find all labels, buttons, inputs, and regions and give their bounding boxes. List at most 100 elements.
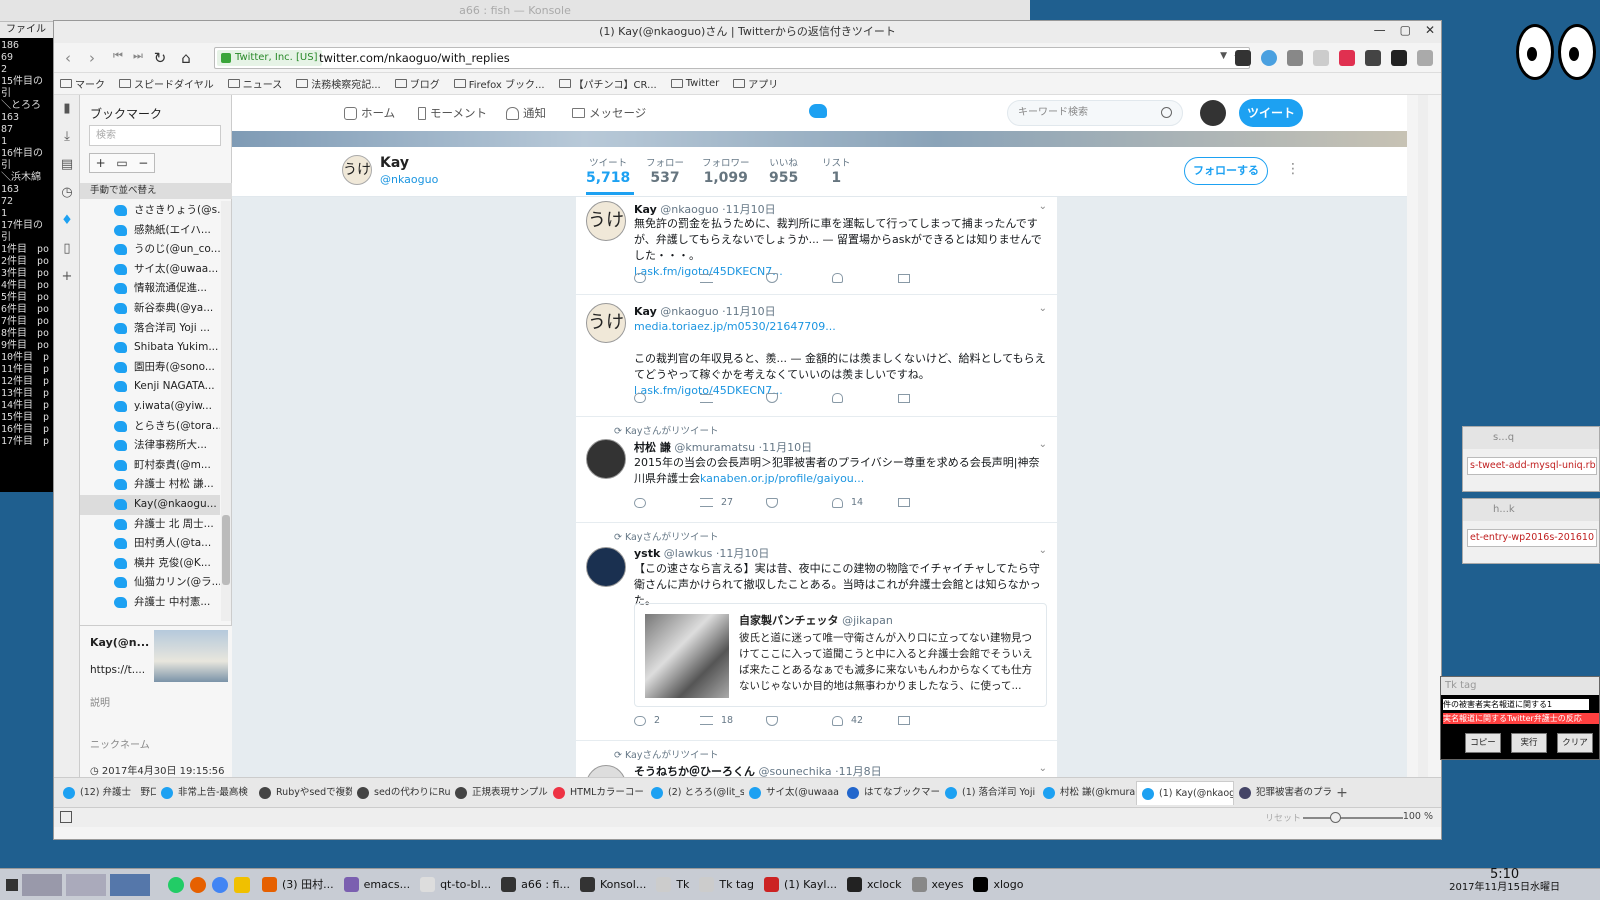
evernote-icon[interactable] (1365, 50, 1381, 66)
nav-notifications[interactable]: 通知 (506, 105, 546, 121)
retweet-button[interactable] (700, 273, 766, 283)
address-bar[interactable]: Twitter, Inc. [US] twitter.com/nkaoguo/w… (214, 47, 1250, 69)
reader-icon[interactable]: ▤ (59, 157, 75, 173)
mini-window-1[interactable]: s...q s-tweet-add-mysql-uniq.rb (1462, 426, 1600, 492)
bookmark-item[interactable]: 落合洋司 Yoji ... (80, 319, 220, 339)
taskbar-item[interactable]: qt-to-bl... (416, 872, 497, 898)
profile-handle[interactable]: @nkaoguo (380, 173, 438, 186)
browser-tab[interactable]: HTMLカラーコー (548, 781, 646, 805)
bookmark-item[interactable]: ささきりょう(@s... (80, 201, 220, 221)
tweet[interactable]: ⟳ Kayさんがリツイート 村松 謙 @kmuramatsu ·11月10日 ⌄… (576, 417, 1057, 523)
maximize-button[interactable]: ▢ (1400, 23, 1411, 37)
profile-stat-0[interactable]: ツイート 5,718 (586, 155, 630, 186)
bookmark-item[interactable]: y.iwata(@yiw... (80, 397, 220, 417)
mini-window-field[interactable]: et-entry-wp2016s-201610 (1467, 529, 1597, 547)
puzzle-extension-icon[interactable] (1417, 50, 1433, 66)
zoom-slider-handle[interactable] (1330, 812, 1341, 823)
bookmark-item[interactable]: 横井 克俊(@K... (80, 554, 220, 574)
more-options-icon[interactable]: ⋮ (1286, 161, 1300, 177)
copy-button[interactable]: コピー (1465, 733, 1501, 753)
bookmark-item[interactable]: サイ太(@uwaa... (80, 260, 220, 280)
desktop-3[interactable] (110, 873, 150, 896)
nav-messages[interactable]: メッセージ (572, 105, 646, 121)
zoom-reset[interactable]: リセット (1265, 811, 1301, 824)
retweet-button[interactable] (700, 393, 766, 403)
bookmark-item[interactable]: 弁護士 中村憲... (80, 593, 220, 613)
like-button[interactable] (832, 393, 898, 403)
chevron-down-icon[interactable]: ⌄ (1039, 545, 1047, 556)
new-folder-button[interactable]: ▭ (111, 154, 132, 172)
home-icon[interactable]: ⌂ (176, 49, 196, 67)
page-scrollbar[interactable] (1418, 95, 1428, 777)
taskbar-item[interactable]: Tk (652, 872, 695, 898)
reply-button[interactable]: 2 (634, 715, 700, 726)
bookmark-item[interactable]: 仙猫カリン(@ラ... (80, 573, 220, 593)
save-button[interactable] (766, 393, 832, 403)
profile-stat-4[interactable]: リスト 1 (822, 155, 851, 186)
quoted-tweet[interactable]: 自家製パンチェッタ @jikapan 彼氏と道に迷って唯一守衛さんが入り口に立っ… (634, 603, 1047, 707)
browser-tab[interactable]: sedの代わりにRu (352, 781, 450, 805)
bookmark-item[interactable]: 情報流通促進... (80, 279, 220, 299)
clear-button[interactable]: クリア (1557, 733, 1593, 753)
bookmark-folder[interactable]: 【パチンコ】CR... (558, 76, 657, 91)
tweet[interactable]: うけ Kay @nkaoguo ·11月10日 ⌄ 無免許の罰金を払うために、裁… (576, 197, 1057, 295)
browser-tab[interactable]: 村松 謙(@kmura (1038, 781, 1136, 805)
zoom-slider[interactable] (1303, 817, 1403, 819)
chevron-down-icon[interactable]: ⌄ (1039, 303, 1047, 314)
files-icon[interactable] (234, 876, 250, 893)
new-tab-icon[interactable]: + (1332, 785, 1352, 801)
bookmark-item[interactable]: 園田寿(@sono... (80, 358, 220, 378)
bookmark-item[interactable]: とらきち(@tora... (80, 417, 220, 437)
konsole-menu-file[interactable]: ファイル(F (0, 22, 53, 51)
bookmark-item[interactable]: うのじ(@un_co... (80, 240, 220, 260)
twitter-panel-icon[interactable]: ♦ (59, 213, 75, 229)
ssl-badge[interactable]: Twitter, Inc. [US] (217, 50, 322, 66)
save-button[interactable] (766, 497, 832, 508)
profile-name[interactable]: Kay (380, 155, 409, 171)
twitter-bird-icon[interactable] (809, 104, 827, 118)
bookmark-item[interactable]: 弁護士 村松 謙... (80, 475, 220, 495)
bookmark-folder[interactable]: スピードダイヤル (119, 76, 214, 91)
twitter-search-input[interactable]: キーワード検索 (1007, 100, 1183, 126)
bookmark-folder[interactable]: アプリ (733, 76, 778, 91)
chevron-down-icon[interactable]: ⌄ (1039, 763, 1047, 774)
tweet[interactable]: ⟳ Kayさんがリツイート ystk @lawkus ·11月10日 ⌄ 【この… (576, 523, 1057, 741)
desktop-1[interactable] (22, 873, 62, 896)
tweet[interactable]: ⟳ Kayさんがリツイート そうねちか＠ひーろくん @sounechika ·1… (576, 741, 1057, 777)
bookmark-folder[interactable]: ブログ (394, 76, 440, 91)
bookmark-folder[interactable]: Firefox ブック... (453, 76, 545, 91)
fastforward-icon[interactable]: ⏭ (128, 49, 148, 63)
pocket-icon[interactable] (1339, 50, 1355, 66)
reload-icon[interactable]: ↻ (150, 49, 170, 67)
account-avatar[interactable] (1200, 100, 1226, 126)
save-button[interactable] (766, 273, 832, 283)
tweet-link[interactable]: kanaben.or.jp/profile/gaiyou... (700, 472, 864, 485)
message-button[interactable] (898, 273, 964, 283)
book-extension-icon[interactable] (1287, 50, 1303, 66)
browser-tab[interactable]: 非常上告-最高検 (156, 781, 254, 805)
bookmark-scroll-thumb[interactable] (222, 515, 230, 585)
profile-stat-2[interactable]: フォロワー 1,099 (702, 155, 750, 186)
bookmark-item[interactable]: Kenji NAGATA... (80, 377, 220, 397)
browser-tab[interactable]: (12) 弁護士 野口 (58, 781, 156, 805)
quoted-tweet-image[interactable] (645, 614, 729, 698)
tweet-button[interactable]: ツイート (1239, 99, 1303, 127)
close-button[interactable]: ✕ (1425, 23, 1435, 37)
chevron-down-icon[interactable]: ⌄ (1039, 201, 1047, 212)
browser-tab[interactable]: (2) とろろ(@lit_s (646, 781, 744, 805)
like-button[interactable]: 42 (832, 715, 898, 726)
bookmark-folder[interactable]: ニュース (227, 76, 282, 91)
browser-tab[interactable]: (1) Kay(@nkaogu (1136, 780, 1234, 805)
message-button[interactable] (898, 393, 964, 403)
search-icon[interactable] (1161, 107, 1172, 118)
profile-stat-3[interactable]: いいね 955 (769, 155, 798, 186)
tweet-avatar[interactable] (586, 765, 626, 777)
taskbar-item[interactable]: xlogo (969, 872, 1029, 898)
browser-tab[interactable]: 犯罪被害者のプラ (1234, 781, 1332, 805)
browser-tab[interactable]: サイ太(@uwaaa (744, 781, 842, 805)
tweet-avatar[interactable]: うけ (586, 201, 626, 241)
desktop-2[interactable] (66, 873, 106, 896)
detail-url[interactable]: https://t.... (90, 664, 145, 676)
forward-icon[interactable]: › (82, 49, 102, 67)
minimize-button[interactable]: — (1374, 23, 1386, 37)
